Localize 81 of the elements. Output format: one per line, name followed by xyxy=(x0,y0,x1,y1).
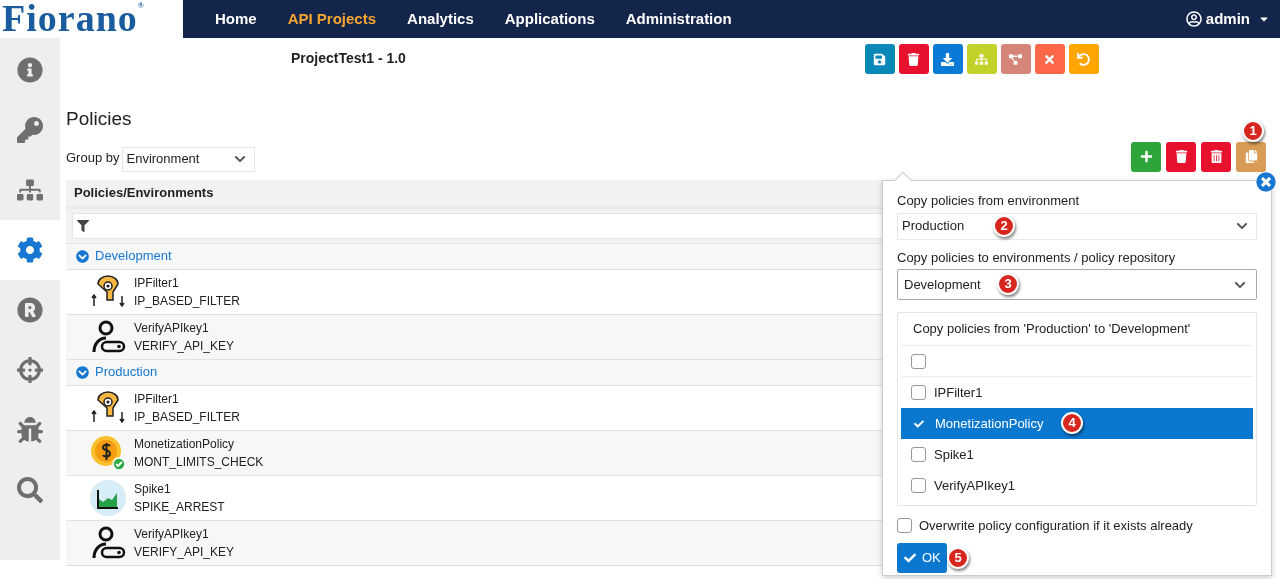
to-label: Copy policies to environments / policy repository xyxy=(897,248,1177,267)
policy-name: IPFilter1 xyxy=(134,390,180,408)
crosshair-icon xyxy=(17,357,43,383)
flow-icon xyxy=(17,177,43,203)
policy-type: MONT_LIMITS_CHECK xyxy=(134,453,264,471)
policy-name: VerifyAPIkey1 xyxy=(134,525,210,543)
close-button[interactable] xyxy=(1034,44,1065,74)
sidebar-item[interactable] xyxy=(0,220,60,280)
save-icon xyxy=(873,52,887,66)
add-button[interactable] xyxy=(1131,141,1161,172)
filter-icon xyxy=(77,219,89,232)
trash-icon xyxy=(1209,150,1223,163)
save-button[interactable] xyxy=(864,44,895,74)
nav-link[interactable]: Administration xyxy=(625,7,732,31)
user-icon xyxy=(1185,11,1202,27)
checkbox[interactable] xyxy=(911,385,926,400)
callout-badge: 5 xyxy=(947,546,969,569)
user-key-icon xyxy=(90,318,126,355)
check-icon xyxy=(904,551,916,564)
group-by-label: Group by xyxy=(66,149,120,167)
nav-link[interactable]: Applications xyxy=(504,7,595,31)
project-title: ProjectTest1 - 1.0 xyxy=(291,49,406,68)
hierarchy-icon xyxy=(975,52,989,66)
policy-option[interactable]: MonetizationPolicy 4 xyxy=(901,408,1253,439)
filter-gear-icon xyxy=(90,389,126,426)
policy-type: IP_BASED_FILTER xyxy=(134,408,240,426)
copy-button[interactable] xyxy=(1236,141,1266,172)
nav-link[interactable]: Home xyxy=(215,7,257,31)
checkbox[interactable] xyxy=(911,353,926,369)
chevron-icon xyxy=(1236,220,1248,232)
download-icon xyxy=(941,52,955,66)
settings-icon xyxy=(17,237,43,263)
policy-name: IPFilter1 xyxy=(134,274,180,292)
area-chart-icon xyxy=(90,479,126,516)
from-label: Copy policies from environment xyxy=(897,192,1081,210)
close-icon[interactable] xyxy=(1256,172,1276,192)
section-title: Policies xyxy=(66,107,132,131)
delete-all-button[interactable] xyxy=(1201,141,1231,172)
checkbox[interactable] xyxy=(911,478,926,493)
info-icon xyxy=(17,57,43,83)
bug-icon xyxy=(17,417,43,443)
user-menu[interactable]: admin xyxy=(1185,7,1270,31)
to-select[interactable]: Development 3 xyxy=(897,269,1257,300)
callout-badge: 3 xyxy=(997,273,1019,295)
download-button[interactable] xyxy=(932,44,963,74)
policy-name: Spike1 xyxy=(134,480,172,498)
delete-button[interactable] xyxy=(1166,141,1196,172)
plus-icon xyxy=(1139,150,1153,163)
copy-icon xyxy=(1244,150,1258,163)
policy-type: SPIKE_ARREST xyxy=(134,498,225,516)
user-key-icon xyxy=(90,524,126,561)
callout-badge: 4 xyxy=(1061,412,1083,434)
logo: Fiorano® xyxy=(0,0,183,38)
expand-icon xyxy=(76,365,89,379)
search-icon xyxy=(17,477,43,503)
diagram-button[interactable] xyxy=(1000,44,1031,74)
expand-icon xyxy=(76,249,89,263)
from-select[interactable]: Production 2 xyxy=(897,212,1257,240)
dollar-coin-icon xyxy=(90,434,126,471)
trash-icon xyxy=(907,52,921,66)
callout-badge: 2 xyxy=(993,214,1015,237)
ok-button[interactable]: OK xyxy=(897,542,947,573)
checkbox[interactable] xyxy=(911,447,926,462)
policy-type: IP_BASED_FILTER xyxy=(134,292,240,310)
nav-link[interactable]: Analytics xyxy=(407,7,474,31)
callout-badge: 1 xyxy=(1242,119,1264,142)
registered-icon xyxy=(17,297,43,323)
trash-icon xyxy=(1174,150,1188,163)
diagram-icon xyxy=(1009,52,1023,66)
undo-icon xyxy=(1077,52,1091,66)
policy-name: VerifyAPIkey1 xyxy=(134,319,210,337)
group-by-select[interactable]: Environment xyxy=(122,146,256,172)
nav-link[interactable]: API Projects xyxy=(287,7,377,31)
policy-type: VERIFY_API_KEY xyxy=(134,543,235,561)
chevron-icon xyxy=(234,153,247,165)
key-icon xyxy=(17,117,43,143)
policy-name: MonetizationPolicy xyxy=(134,435,236,453)
close-icon xyxy=(1043,52,1057,66)
policy-type: VERIFY_API_KEY xyxy=(134,337,235,355)
delete-button[interactable] xyxy=(898,44,929,74)
filter-gear-icon xyxy=(90,273,126,310)
